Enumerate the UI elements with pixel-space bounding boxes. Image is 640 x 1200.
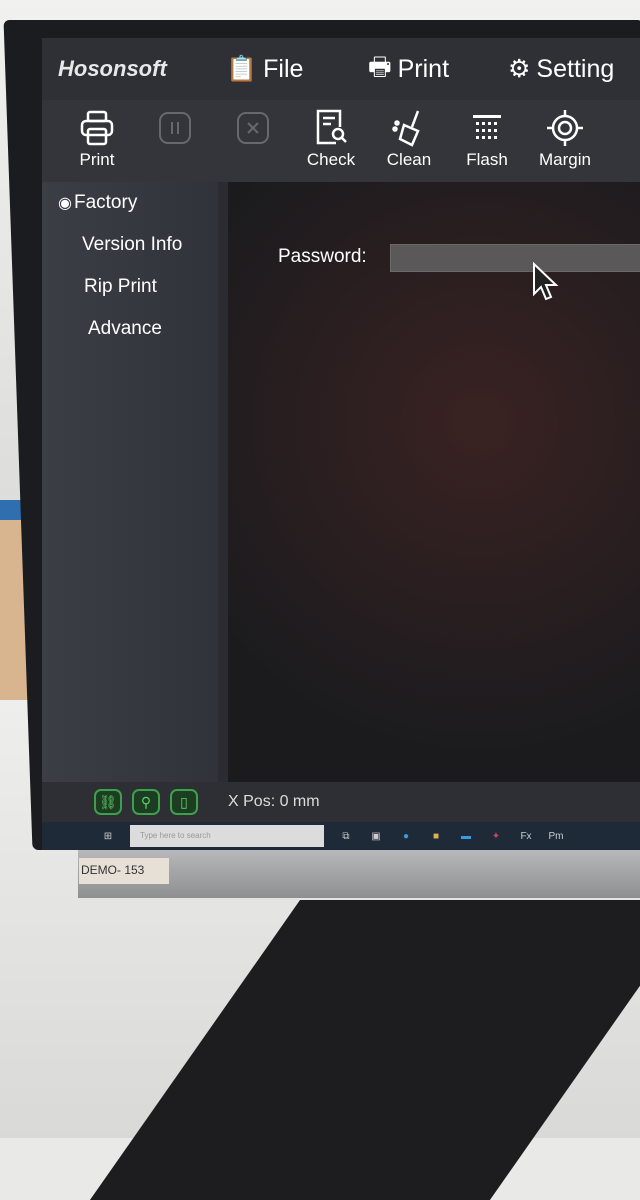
store-icon[interactable]: ▣ xyxy=(368,831,384,842)
status-bar: ⛓ ⚲ ▯ X Pos: 0 mm xyxy=(42,782,640,822)
cancel-button[interactable] xyxy=(214,106,292,150)
menu-setting[interactable]: ⚙ Setting xyxy=(508,54,614,84)
tool-label: Check xyxy=(306,150,356,169)
printer-icon: 🖶 xyxy=(368,52,392,81)
margin-button[interactable]: Margin xyxy=(526,106,604,170)
menu-label: File xyxy=(263,54,304,83)
broom-icon xyxy=(392,106,426,150)
link-status-button[interactable]: ⛓ xyxy=(94,789,122,815)
flash-button[interactable]: Flash xyxy=(448,106,526,170)
taskbar-app-fx[interactable]: Fx xyxy=(518,831,534,842)
x-position: X Pos: 0 mm xyxy=(228,793,320,810)
target-icon xyxy=(546,106,584,150)
menu-print[interactable]: 🖶 Print xyxy=(368,48,508,91)
sidebar-item-label: Version Info xyxy=(82,234,183,255)
logo: Hosonsoft xyxy=(58,56,167,81)
sidebar-item-label: Advance xyxy=(88,318,162,339)
menu-file[interactable]: 📋 File xyxy=(226,55,368,84)
sidebar-item-advance[interactable]: Advance xyxy=(42,308,218,350)
hosonsoft-app-icon[interactable]: ✦ xyxy=(488,831,504,842)
sidebar-item-label: Factory xyxy=(73,192,138,213)
sidebar-item-label: Rip Print xyxy=(84,276,157,297)
tool-label: Print xyxy=(79,150,115,169)
radio-selected-icon: ◉ xyxy=(58,195,72,212)
folder-icon[interactable]: ■ xyxy=(428,831,444,842)
taskbar: ⊞ Type here to search ⧉ ▣ ● ■ ▬ ✦ Fx Pm xyxy=(42,822,640,850)
menu-label: Print xyxy=(397,54,450,83)
clipboard-check-icon: 📋 xyxy=(226,54,258,83)
mouse-cursor-icon xyxy=(533,262,559,301)
ink-icon: ▯ xyxy=(180,793,188,810)
sidebar-item-factory[interactable]: ◉ Factory xyxy=(42,182,218,224)
edge-icon[interactable]: ● xyxy=(398,831,414,842)
mail-icon[interactable]: ▬ xyxy=(458,831,474,842)
main-panel: Password: xyxy=(228,182,640,782)
menu-label: Setting xyxy=(536,54,615,83)
pause-icon xyxy=(158,106,192,150)
sidebar: ◉ Factory Version Info Rip Print Advance xyxy=(42,182,218,782)
tool-label: Flash xyxy=(466,150,508,169)
gear-icon: ⚙ xyxy=(508,55,531,83)
tool-label: Clean xyxy=(386,150,432,169)
clean-button[interactable]: Clean xyxy=(370,106,448,170)
nozzle-grid-icon xyxy=(472,106,502,150)
print-button[interactable]: Print xyxy=(58,106,136,170)
taskbar-search[interactable]: Type here to search xyxy=(130,825,324,847)
board-icon: ⚲ xyxy=(140,793,152,810)
password-input[interactable] xyxy=(390,244,640,272)
pause-button[interactable] xyxy=(136,106,214,150)
check-button[interactable]: Check xyxy=(292,106,370,170)
board-status-button[interactable]: ⚲ xyxy=(132,789,160,815)
toolbar: Print Check Clean Flash Margin xyxy=(42,100,640,182)
taskbar-app-pm[interactable]: Pm xyxy=(548,831,564,842)
app-window: Hosonsoft 📋 File 🖶 Print ⚙ Setting Print Ch… xyxy=(42,38,640,850)
sidebar-item-rip-print[interactable]: Rip Print xyxy=(42,266,218,308)
sidebar-item-version-info[interactable]: Version Info xyxy=(42,224,218,266)
monitor-label: DEMO- 153 xyxy=(79,858,169,884)
link-icon: ⛓ xyxy=(99,793,117,810)
password-label: Password: xyxy=(278,246,367,267)
tool-label: Margin xyxy=(539,150,591,169)
menu-bar: Hosonsoft 📋 File 🖶 Print ⚙ Setting xyxy=(42,38,640,100)
document-search-icon xyxy=(314,106,348,150)
task-view-icon[interactable]: ⧉ xyxy=(338,831,354,842)
cancel-icon xyxy=(236,106,270,150)
ink-status-button[interactable]: ▯ xyxy=(170,789,198,815)
windows-start-icon[interactable]: ⊞ xyxy=(100,831,116,842)
printer-icon xyxy=(80,106,114,150)
